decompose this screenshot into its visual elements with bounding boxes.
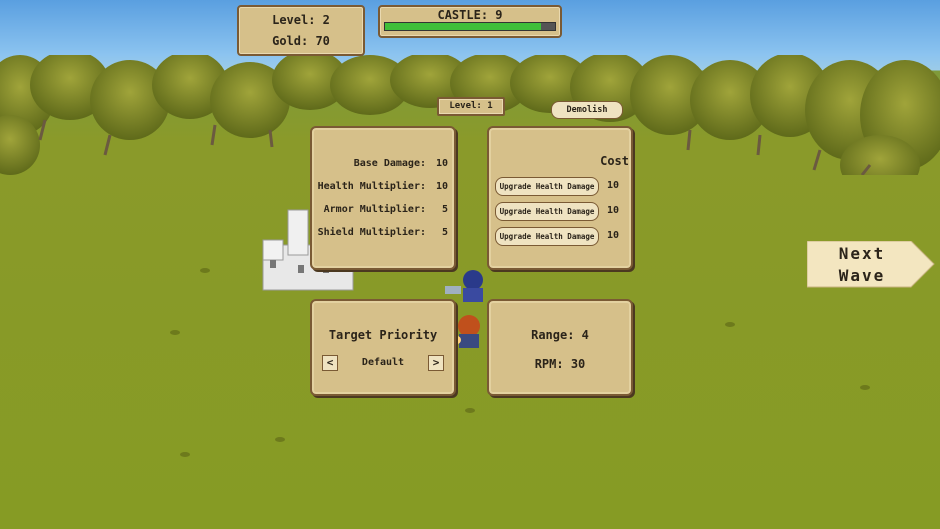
grass-tuft [860, 385, 870, 390]
grass-tuft [200, 268, 210, 273]
next-wave-line2: Wave [838, 266, 886, 285]
grass-tuft [465, 408, 475, 413]
game-scene [0, 0, 940, 529]
castle-health-panel: CASTLE: 9 [378, 5, 562, 38]
gold-label: Gold: 70 [272, 34, 330, 48]
next-wave-line1: Next [838, 244, 886, 263]
cost-header: Cost [600, 154, 629, 168]
stat-label: Base Damage: [353, 158, 426, 169]
castle-health-fill [385, 23, 542, 30]
player-stats-panel: Level: 2 Gold: 70 [237, 5, 365, 56]
grass-tuft [170, 330, 180, 335]
stat-value: 10 [435, 181, 448, 192]
grass-tuft [180, 452, 190, 457]
upgrade-cost: 10 [607, 205, 620, 216]
rpm-label: RPM: 30 [534, 357, 586, 371]
stat-label: Health Multiplier: [317, 181, 426, 192]
stat-value: 10 [435, 158, 448, 169]
upgrades-panel: Cost Upgrade Health Damage 10 Upgrade Heal… [487, 126, 633, 270]
next-wave-button[interactable]: Next Wave [807, 241, 935, 288]
stat-label: Armor Multiplier: [323, 204, 426, 215]
tower-info-panel: Range: 4 RPM: 30 [487, 299, 633, 396]
range-label: Range: 4 [531, 328, 589, 342]
tower-stats-panel: Base Damage: 10 Health Multiplier: 10 Armor … [310, 126, 456, 270]
demolish-button[interactable]: Demolish [551, 101, 623, 119]
tower-level-tag: Level: 1 [437, 97, 505, 116]
castle-label: CASTLE: 9 [437, 8, 503, 22]
upgrade-cost: 10 [607, 230, 620, 241]
prev-priority-button[interactable]: < [322, 355, 338, 371]
tower-level-label: Level: 1 [449, 101, 493, 111]
stat-label: Shield Multiplier: [317, 227, 426, 238]
target-priority-panel: Target Priority < Default > [310, 299, 456, 396]
next-priority-button[interactable]: > [428, 355, 444, 371]
grass-tuft [725, 322, 735, 327]
upgrade-health-damage-button[interactable]: Upgrade Health Damage [495, 202, 599, 221]
grass-tuft [275, 437, 285, 442]
level-label: Level: 2 [272, 13, 330, 27]
upgrade-health-damage-button[interactable]: Upgrade Health Damage [495, 177, 599, 196]
target-priority-value: Default [361, 357, 405, 368]
stat-value: 5 [441, 204, 448, 215]
stat-value: 5 [441, 227, 448, 238]
castle-health-bar [384, 22, 556, 31]
upgrade-cost: 10 [607, 180, 620, 191]
upgrade-health-damage-button[interactable]: Upgrade Health Damage [495, 227, 599, 246]
target-priority-title: Target Priority [328, 328, 438, 342]
